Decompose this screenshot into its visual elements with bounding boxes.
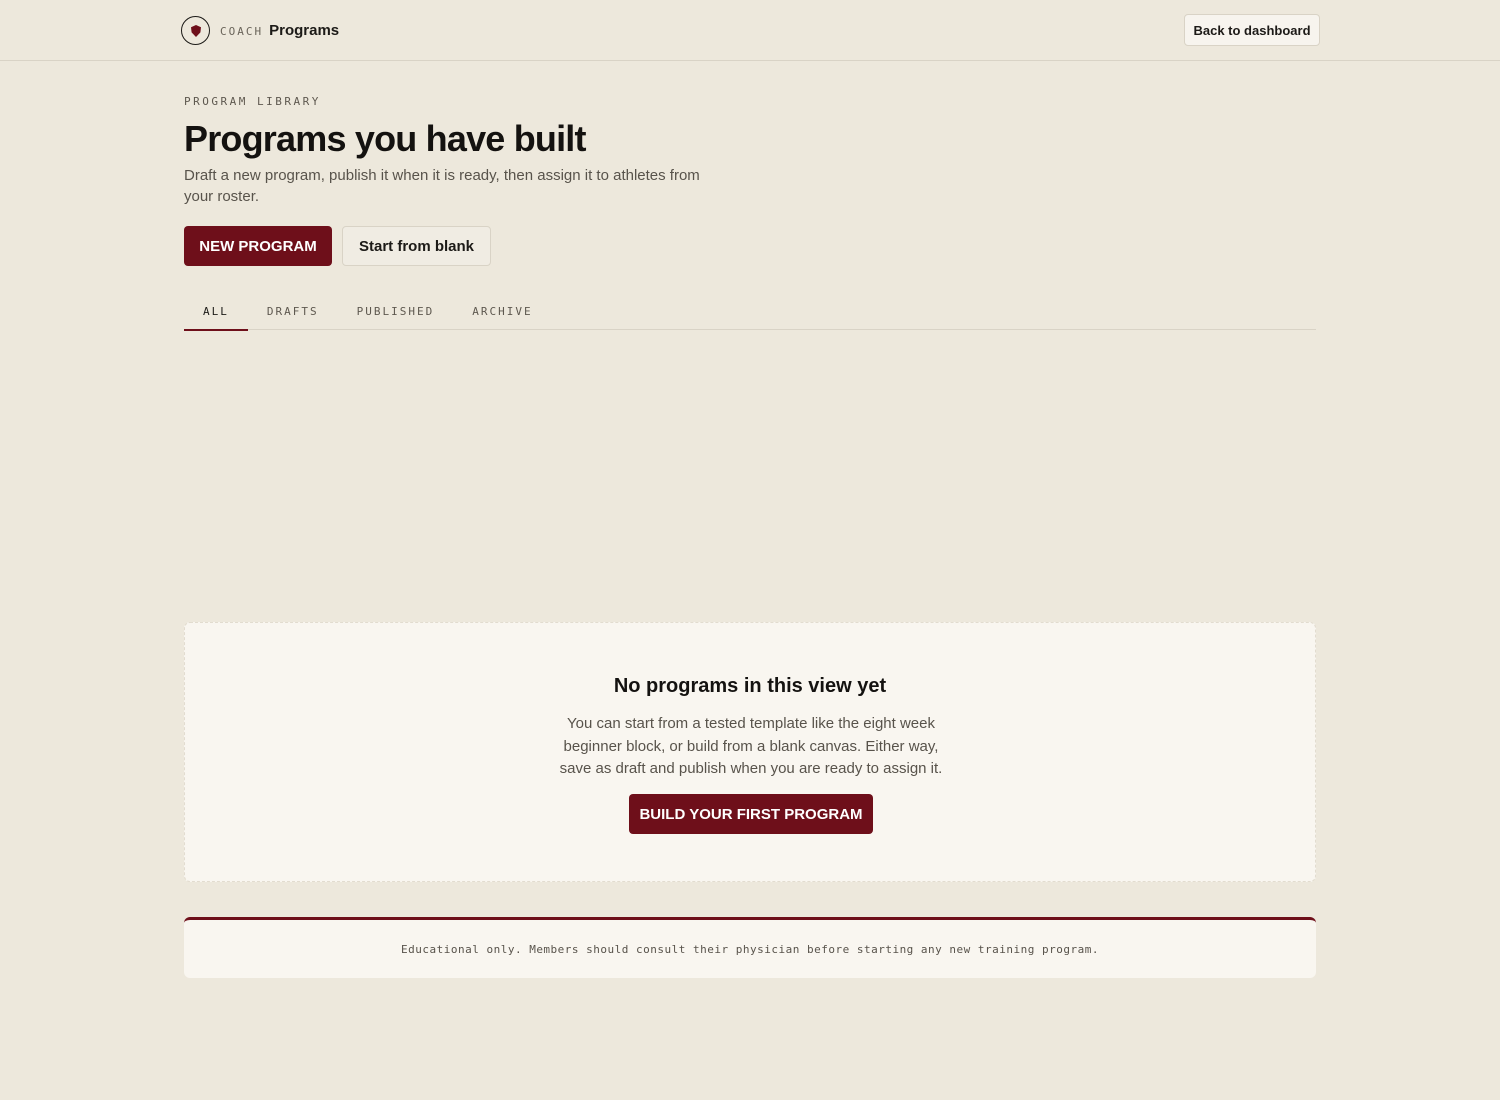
empty-state-description: You can start from a tested template lik… xyxy=(559,715,943,777)
new-program-button[interactable]: NEW PROGRAM xyxy=(184,226,332,266)
page-description: Draft a new program, publish it when it … xyxy=(184,167,700,205)
page-eyebrow: PROGRAM LIBRARY xyxy=(184,95,321,108)
brand-eyebrow: COACH xyxy=(220,25,264,38)
disclaimer-text: Educational only. Members should consult… xyxy=(400,942,1099,956)
back-to-dashboard-button[interactable]: Back to dashboard xyxy=(1184,14,1320,46)
empty-state-title: No programs in this view yet xyxy=(613,675,887,697)
shield-glyph xyxy=(190,24,201,37)
build-first-program-button[interactable]: BUILD YOUR FIRST PROGRAM xyxy=(629,794,873,834)
start-from-blank-button[interactable]: Start from blank xyxy=(342,226,491,266)
tab-published[interactable]: PUBLISHED xyxy=(338,292,454,330)
shield-icon xyxy=(181,16,210,45)
top-bar: COACH Programs Back to dashboard xyxy=(0,0,1500,61)
tab-all[interactable]: ALL xyxy=(184,292,248,331)
tab-drafts[interactable]: DRAFTS xyxy=(248,292,338,330)
disclaimer-banner: Educational only. Members should consult… xyxy=(184,917,1316,978)
empty-state-card: No programs in this view yet You can sta… xyxy=(184,622,1316,882)
tab-archive[interactable]: ARCHIVE xyxy=(453,292,551,330)
program-filter-tabs: ALL DRAFTS PUBLISHED ARCHIVE xyxy=(184,292,1316,331)
page-title: Programs you have built xyxy=(184,118,587,159)
brand-title: Programs xyxy=(269,22,340,39)
brand: COACH Programs xyxy=(181,16,339,45)
